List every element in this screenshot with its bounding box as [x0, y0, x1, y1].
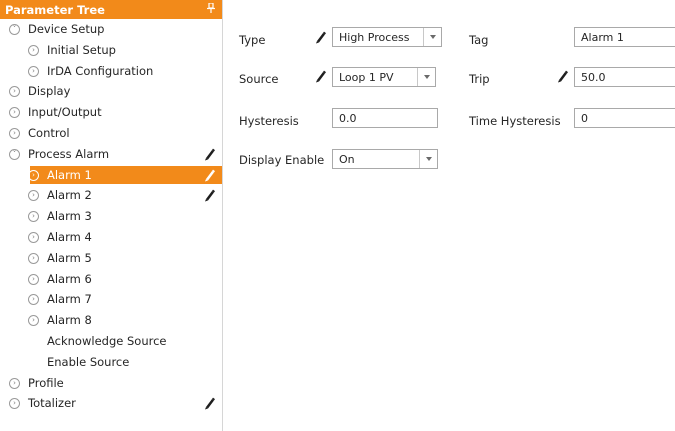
source-dropdown-value: Loop 1 PV: [339, 71, 394, 84]
edit-pencil-icon: [556, 69, 568, 83]
tag-label: Tag: [469, 33, 489, 47]
tree-item-alarm-8[interactable]: › Alarm 8: [0, 310, 222, 331]
tree-item-label: Input/Output: [28, 105, 102, 120]
tag-input[interactable]: Alarm 1: [574, 27, 675, 47]
tree-item-alarm-2[interactable]: › Alarm 2: [0, 185, 222, 206]
tree-item-label: Alarm 4: [47, 229, 92, 244]
expand-icon[interactable]: ›: [28, 169, 39, 181]
tree-item-alarm-7[interactable]: › Alarm 7: [0, 289, 222, 310]
tree-item-process-alarm[interactable]: ˅ Process Alarm: [0, 144, 222, 165]
alarm-settings-form: Type High Process Tag Alarm 1 Source Loo…: [222, 0, 675, 431]
source-dropdown[interactable]: Loop 1 PV: [332, 67, 436, 87]
tree-item-label: Profile: [28, 375, 64, 390]
tree-item-label: Display: [28, 84, 71, 99]
expand-icon[interactable]: ›: [28, 252, 39, 264]
tree-item-alarm-4[interactable]: › Alarm 4: [0, 227, 222, 248]
expand-icon[interactable]: ›: [28, 231, 39, 243]
expand-icon[interactable]: ›: [9, 377, 20, 389]
tree-item-label: Acknowledge Source: [47, 333, 167, 348]
hysteresis-input[interactable]: 0.0: [332, 108, 438, 128]
expand-icon[interactable]: ›: [9, 127, 20, 139]
tree-item-device-setup[interactable]: ˅ Device Setup: [0, 19, 222, 40]
trip-input-value: 50.0: [581, 71, 606, 84]
chevron-down-icon[interactable]: [419, 150, 437, 168]
tree-list: ˅ Device Setup › Initial Setup › IrDA Configu…: [0, 19, 222, 414]
parameter-tree-header: Parameter Tree: [0, 0, 222, 19]
collapse-icon[interactable]: ˅: [9, 148, 20, 160]
type-dropdown-value: High Process: [339, 31, 410, 44]
time-hysteresis-label: Time Hysteresis: [469, 114, 561, 128]
chevron-down-icon[interactable]: [423, 28, 441, 46]
tree-item-label: IrDA Configuration: [47, 63, 154, 78]
expand-icon[interactable]: ›: [28, 44, 39, 56]
expand-icon[interactable]: ›: [28, 273, 39, 285]
tree-item-label: Device Setup: [28, 22, 105, 36]
tag-input-value: Alarm 1: [581, 31, 624, 44]
type-label: Type: [239, 33, 266, 47]
tree-item-label: Alarm 7: [47, 292, 92, 307]
hysteresis-label: Hysteresis: [239, 114, 299, 128]
edit-pencil-icon: [203, 168, 215, 182]
hysteresis-input-value: 0.0: [339, 112, 357, 125]
tree-item-alarm-3[interactable]: › Alarm 3: [0, 206, 222, 227]
source-label: Source: [239, 72, 279, 86]
tree-item-label: Enable Source: [47, 354, 130, 369]
tree-item-display[interactable]: › Display: [0, 81, 222, 102]
expand-icon[interactable]: ›: [9, 398, 20, 410]
tree-item-profile[interactable]: › Profile: [0, 373, 222, 394]
edit-pencil-icon: [203, 188, 215, 202]
chevron-down-icon[interactable]: [417, 68, 435, 86]
tree-item-label: Alarm 5: [47, 250, 92, 265]
expand-icon[interactable]: ›: [28, 294, 39, 306]
tree-item-enable-source[interactable]: Enable Source: [0, 352, 222, 373]
tree-item-acknowledge-source[interactable]: Acknowledge Source: [0, 331, 222, 352]
expand-icon[interactable]: ›: [28, 315, 39, 327]
tree-item-label: Control: [28, 125, 70, 140]
tree-item-label: Alarm 2: [47, 188, 92, 203]
parameter-tree-panel: Parameter Tree ˅ Device Setup › Initial Set…: [0, 0, 223, 431]
tree-item-input-output[interactable]: › Input/Output: [0, 102, 222, 123]
edit-pencil-icon: [314, 69, 326, 83]
tree-item-irda-configuration[interactable]: › IrDA Configuration: [0, 61, 222, 82]
trip-label: Trip: [469, 72, 490, 86]
pin-icon[interactable]: [207, 2, 215, 16]
tree-item-label: Alarm 8: [47, 313, 92, 328]
tree-item-initial-setup[interactable]: › Initial Setup: [0, 40, 222, 61]
tree-item-label: Alarm 1: [47, 167, 92, 182]
parameter-tree-title: Parameter Tree: [5, 2, 105, 17]
tree-item-label: Initial Setup: [47, 42, 116, 57]
edit-pencil-icon: [203, 396, 215, 410]
display-enable-dropdown-value: On: [339, 153, 355, 166]
display-enable-label: Display Enable: [239, 153, 325, 167]
collapse-icon[interactable]: ˅: [9, 24, 20, 35]
edit-pencil-icon: [203, 147, 215, 161]
expand-icon[interactable]: ›: [9, 107, 20, 119]
edit-pencil-icon: [314, 30, 326, 44]
tree-item-label: Process Alarm: [28, 146, 110, 161]
tree-item-alarm-6[interactable]: › Alarm 6: [0, 269, 222, 290]
tree-item-label: Alarm 3: [47, 209, 92, 224]
expand-icon[interactable]: ›: [28, 211, 39, 223]
tree-item-alarm-5[interactable]: › Alarm 5: [0, 248, 222, 269]
tree-item-label: Alarm 6: [47, 271, 92, 286]
expand-icon[interactable]: ›: [9, 86, 20, 98]
time-hysteresis-input-value: 0: [581, 112, 588, 125]
expand-icon[interactable]: ›: [28, 190, 39, 202]
expand-icon[interactable]: ›: [28, 65, 39, 77]
tree-item-alarm-1[interactable]: › Alarm 1: [0, 165, 222, 186]
tree-item-totalizer[interactable]: › Totalizer: [0, 393, 222, 414]
tree-item-label: Totalizer: [28, 396, 76, 411]
tree-item-control[interactable]: › Control: [0, 123, 222, 144]
display-enable-dropdown[interactable]: On: [332, 149, 438, 169]
type-dropdown[interactable]: High Process: [332, 27, 442, 47]
trip-input[interactable]: 50.0: [574, 67, 675, 87]
time-hysteresis-input[interactable]: 0: [574, 108, 675, 128]
